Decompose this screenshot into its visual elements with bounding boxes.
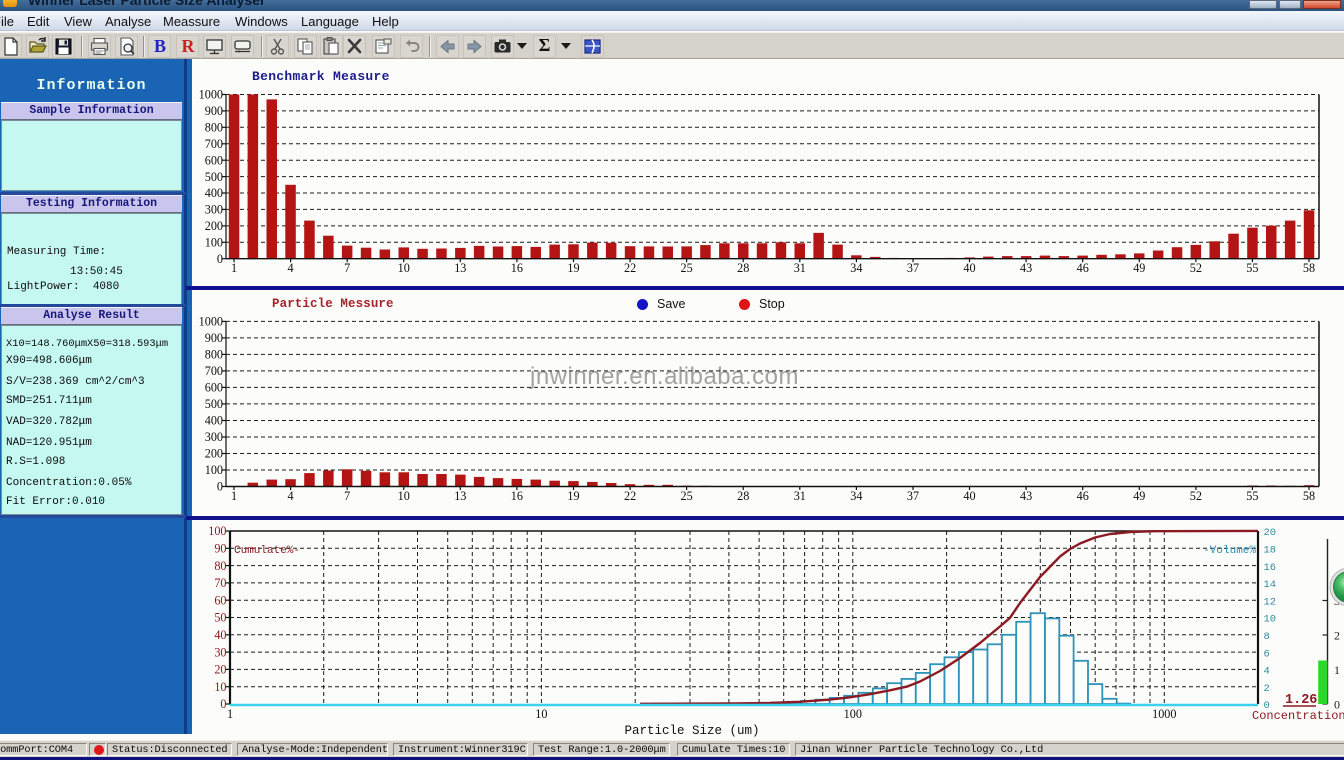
svg-text:13: 13: [454, 489, 466, 503]
svg-text:700: 700: [205, 364, 223, 378]
svg-text:22: 22: [624, 261, 636, 275]
svg-text:28: 28: [737, 261, 749, 275]
svg-text:1000: 1000: [199, 315, 223, 329]
svg-text:300: 300: [205, 203, 223, 217]
svg-text:1000: 1000: [1152, 707, 1176, 721]
svg-text:34: 34: [850, 489, 862, 503]
svg-text:46: 46: [1077, 261, 1089, 275]
svg-text:10: 10: [535, 707, 547, 721]
svg-text:18: 18: [1264, 545, 1277, 557]
svg-text:4: 4: [1264, 666, 1270, 678]
svg-text:100: 100: [205, 463, 223, 477]
svg-text:600: 600: [205, 153, 223, 167]
svg-text:34: 34: [850, 261, 862, 275]
svg-text:800: 800: [205, 348, 223, 362]
svg-text:0: 0: [217, 252, 223, 266]
svg-text:200: 200: [205, 219, 223, 233]
svg-text:20: 20: [1264, 527, 1277, 539]
svg-text:1: 1: [231, 261, 237, 275]
svg-text:800: 800: [205, 121, 223, 135]
svg-text:30: 30: [214, 645, 226, 659]
svg-text:16: 16: [511, 489, 523, 503]
svg-text:60: 60: [214, 593, 226, 607]
svg-text:28: 28: [737, 489, 749, 503]
svg-text:13: 13: [454, 261, 466, 275]
svg-text:400: 400: [205, 414, 223, 428]
svg-text:1: 1: [1334, 663, 1340, 677]
svg-text:100: 100: [208, 524, 226, 538]
svg-text:10: 10: [398, 489, 410, 503]
svg-text:1000: 1000: [199, 88, 223, 102]
svg-text:22: 22: [624, 489, 636, 503]
svg-text:58: 58: [1303, 261, 1315, 275]
svg-text:55: 55: [1246, 261, 1258, 275]
svg-text:49: 49: [1133, 261, 1145, 275]
svg-text:600: 600: [205, 381, 223, 395]
svg-text:50: 50: [214, 611, 226, 625]
svg-text:40: 40: [963, 261, 975, 275]
svg-text:100: 100: [844, 707, 862, 721]
svg-text:14: 14: [1264, 579, 1277, 591]
svg-text:31: 31: [794, 261, 806, 275]
svg-text:49: 49: [1133, 489, 1145, 503]
svg-text:40: 40: [963, 489, 975, 503]
svg-text:19: 19: [567, 489, 579, 503]
svg-text:4: 4: [288, 489, 294, 503]
svg-text:52: 52: [1190, 261, 1202, 275]
svg-text:20: 20: [214, 663, 226, 677]
svg-text:0: 0: [217, 480, 223, 494]
svg-text:12: 12: [1264, 596, 1277, 608]
svg-text:80: 80: [214, 559, 226, 573]
svg-text:25: 25: [681, 261, 693, 275]
svg-text:300: 300: [205, 430, 223, 444]
svg-text:Cumulate%-: Cumulate%-: [234, 545, 300, 557]
svg-text:55: 55: [1246, 489, 1258, 503]
svg-text:Particle Size (um): Particle Size (um): [624, 724, 759, 738]
svg-text:10: 10: [1264, 614, 1277, 626]
svg-text:37: 37: [907, 261, 919, 275]
svg-text:100: 100: [205, 236, 223, 250]
svg-text:10: 10: [214, 680, 226, 694]
svg-text:900: 900: [205, 331, 223, 345]
svg-text:25: 25: [681, 489, 693, 503]
svg-text:500: 500: [205, 170, 223, 184]
svg-text:500: 500: [205, 397, 223, 411]
svg-text:19: 19: [567, 261, 579, 275]
svg-text:900: 900: [205, 104, 223, 118]
svg-text:2: 2: [1334, 629, 1340, 643]
svg-text:43: 43: [1020, 489, 1032, 503]
svg-text:10: 10: [398, 261, 410, 275]
svg-text:90: 90: [214, 542, 226, 556]
svg-text:2: 2: [1264, 683, 1270, 695]
svg-text:700: 700: [205, 137, 223, 151]
svg-text:31: 31: [794, 489, 806, 503]
svg-text:400: 400: [205, 186, 223, 200]
svg-text:7: 7: [344, 489, 350, 503]
svg-text:Concentration: Concentration: [1252, 709, 1344, 723]
svg-text:-Volume%: -Volume%: [1203, 545, 1256, 557]
svg-text:1: 1: [227, 707, 233, 721]
svg-text:37: 37: [907, 489, 919, 503]
svg-text:1: 1: [231, 489, 237, 503]
svg-text:4: 4: [288, 261, 294, 275]
svg-text:58: 58: [1303, 489, 1315, 503]
svg-text:7: 7: [344, 261, 350, 275]
svg-text:0: 0: [220, 697, 226, 711]
svg-text:43: 43: [1020, 261, 1032, 275]
svg-text:70: 70: [214, 576, 226, 590]
svg-text:52: 52: [1190, 489, 1202, 503]
svg-text:16: 16: [511, 261, 523, 275]
svg-text:40: 40: [214, 628, 226, 642]
svg-text:6: 6: [1264, 648, 1270, 660]
svg-text:46: 46: [1077, 489, 1089, 503]
svg-text:8: 8: [1264, 631, 1270, 643]
svg-text:16: 16: [1264, 562, 1277, 574]
svg-text:200: 200: [205, 447, 223, 461]
